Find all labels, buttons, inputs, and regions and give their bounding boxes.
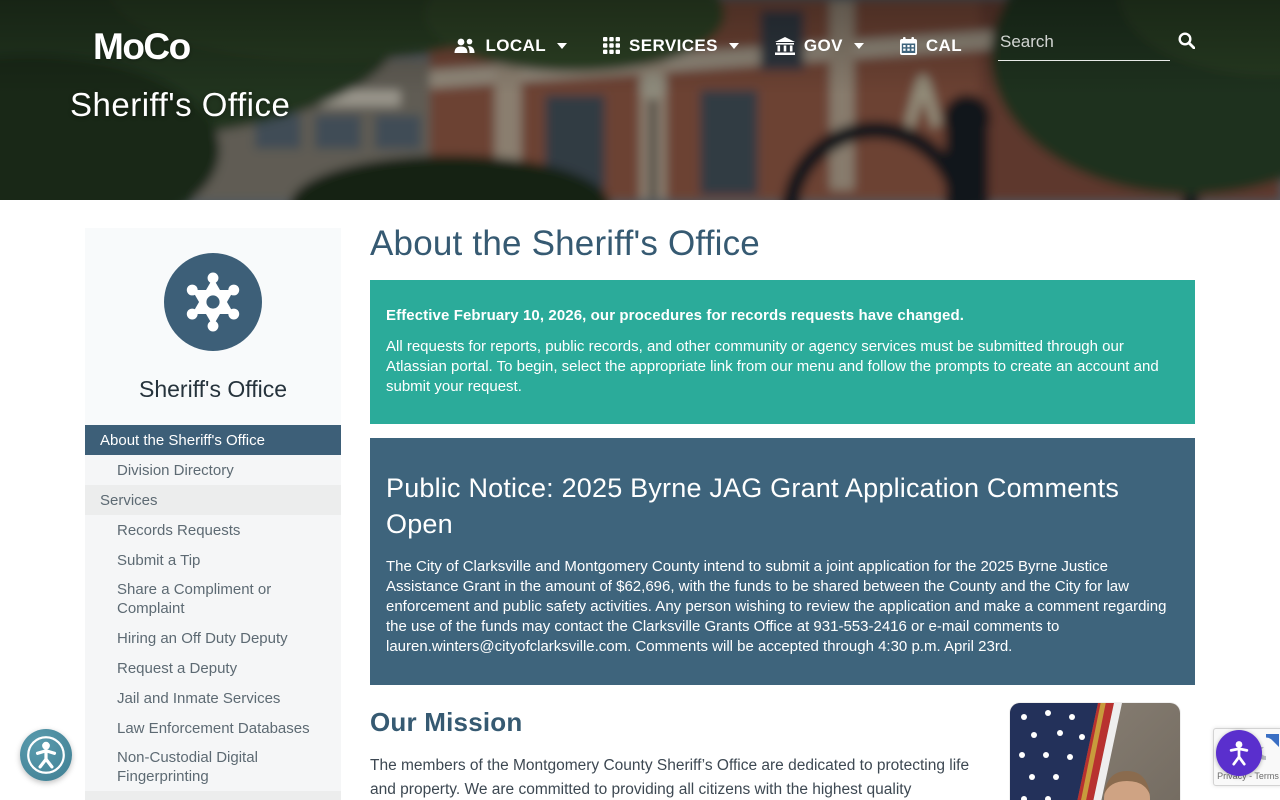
accessibility-person-icon — [1229, 741, 1249, 766]
userway-accessibility-button[interactable] — [1216, 730, 1262, 776]
sidebar-item-request-a-deputy[interactable]: Request a Deputy — [85, 653, 341, 683]
records-notice-banner: Effective February 10, 2026, our procedu… — [370, 280, 1195, 424]
search-area — [998, 30, 1196, 61]
sidebar-item-share-compliment-complaint[interactable]: Share a Compliment or Complaint — [85, 575, 341, 623]
nav-services[interactable]: SERVICES — [602, 35, 739, 56]
search-icon — [1178, 32, 1196, 50]
sidebar-header-card: Sheriff's Office — [85, 228, 341, 425]
nav-cal[interactable]: CAL — [899, 35, 962, 56]
sidebar-item-non-custodial-fingerprinting[interactable]: Non-Custodial Digital Fingerprinting — [85, 743, 341, 791]
main-content: About the Sheriff's Office Effective Feb… — [370, 200, 1195, 800]
chevron-down-icon — [728, 42, 739, 49]
sheriff-star-icon — [186, 272, 240, 332]
hero-title: Sheriff's Office — [70, 86, 291, 123]
landmark-icon — [774, 36, 795, 55]
nav-local-label: LOCAL — [485, 35, 546, 55]
page: MoCo LOCAL SERVICES GOV CAL Search Sheri… — [0, 0, 1280, 800]
sidebar-item-division-directory[interactable]: Division Directory — [85, 455, 341, 485]
chevron-down-icon — [853, 42, 864, 49]
public-notice-title: Public Notice: 2025 Byrne JAG Grant Appl… — [386, 473, 1120, 539]
records-notice-lead: Effective February 10, 2026, our procedu… — [386, 307, 965, 324]
records-notice-body: All requests for reports, public records… — [386, 338, 1159, 395]
nav-cal-label: CAL — [925, 35, 962, 55]
sidebar-item-about[interactable]: About the Sheriff's Office — [85, 425, 341, 455]
public-notice-banner: Public Notice: 2025 Byrne JAG Grant Appl… — [370, 438, 1195, 685]
sheriff-badge-circle — [164, 253, 262, 351]
grid-icon — [602, 37, 620, 54]
sidebar-item-jail-inmate-services[interactable]: Jail and Inmate Services — [85, 683, 341, 713]
sidebar-item-employment[interactable]: Employment — [85, 791, 341, 800]
sheriff-portrait-photo — [1010, 703, 1180, 800]
calendar-icon — [899, 36, 917, 55]
sidebar-item-records-requests[interactable]: Records Requests — [85, 515, 341, 545]
search-button[interactable] — [1178, 32, 1196, 52]
hero-banner: MoCo LOCAL SERVICES GOV CAL Search Sheri… — [0, 0, 1280, 200]
search-input[interactable] — [998, 30, 1170, 61]
sidebar-item-hiring-off-duty-deputy[interactable]: Hiring an Off Duty Deputy — [85, 623, 341, 653]
sidebar-title: Sheriff's Office — [139, 376, 287, 402]
sidebar: Sheriff's Office About the Sheriff's Off… — [85, 228, 341, 800]
mission-body: The members of the Montgomery County She… — [370, 757, 970, 798]
users-icon — [454, 38, 475, 53]
nav-services-label: SERVICES — [628, 35, 718, 55]
accessibility-person-icon — [27, 736, 65, 774]
accessibility-widget-button[interactable] — [20, 729, 72, 781]
nav-gov[interactable]: GOV — [774, 35, 864, 56]
sidebar-menu: About the Sheriff's Office Division Dire… — [85, 425, 341, 800]
public-notice-body: The City of Clarksville and Montgomery C… — [386, 558, 1167, 655]
top-navigation: LOCAL SERVICES GOV CAL Search — [454, 30, 1196, 61]
chevron-down-icon — [556, 42, 567, 49]
mission-section: Our Mission The members of the Montgomer… — [370, 703, 1195, 800]
sidebar-item-services[interactable]: Services — [85, 485, 341, 515]
page-title: About the Sheriff's Office — [370, 224, 760, 263]
nav-local[interactable]: LOCAL — [454, 36, 567, 56]
sidebar-item-submit-a-tip[interactable]: Submit a Tip — [85, 545, 341, 575]
sidebar-item-law-enforcement-databases[interactable]: Law Enforcement Databases — [85, 713, 341, 743]
nav-gov-label: GOV — [803, 35, 843, 55]
site-logo[interactable]: MoCo — [93, 26, 191, 68]
